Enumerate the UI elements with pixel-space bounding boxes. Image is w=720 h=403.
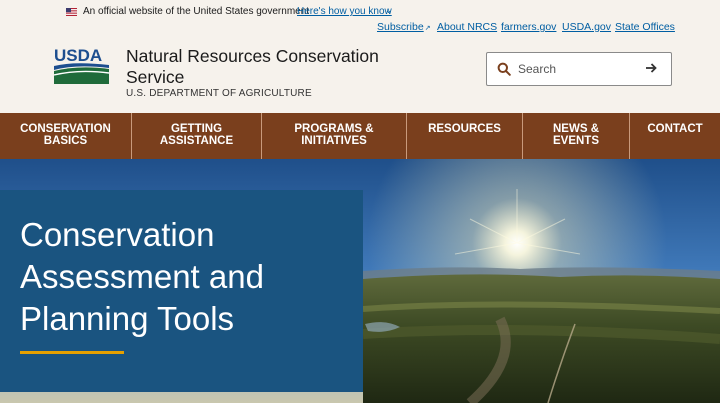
arrow-right-icon	[646, 62, 657, 73]
state-offices-link[interactable]: State Offices	[615, 21, 675, 33]
page: An official website of the United States…	[0, 0, 720, 403]
subscribe-link[interactable]: Subscribe↗	[377, 21, 431, 33]
nav-getting-assistance[interactable]: GETTING ASSISTANCE	[132, 113, 262, 159]
accent-divider	[20, 351, 124, 354]
search-icon	[497, 62, 511, 76]
official-banner-text: An official website of the United States…	[83, 6, 310, 17]
department-name: U.S. DEPARTMENT OF AGRICULTURE	[126, 88, 312, 99]
heres-how-you-know-link[interactable]: Here's how you know	[297, 6, 392, 17]
search-submit-button[interactable]	[640, 59, 662, 79]
usda-logo-text: USDA	[54, 46, 102, 65]
search-input[interactable]	[518, 59, 638, 79]
main-nav: CONSERVATION BASICS GETTING ASSISTANCE P…	[0, 113, 720, 159]
about-nrcs-link[interactable]: About NRCS	[437, 21, 497, 33]
page-title: Conservation Assessment and Planning Too…	[20, 216, 264, 337]
official-banner: An official website of the United States…	[0, 0, 720, 24]
subscribe-label: Subscribe	[377, 21, 424, 33]
chevron-down-icon[interactable]: ⌄	[385, 5, 393, 16]
usda-gov-link[interactable]: USDA.gov	[562, 21, 611, 33]
nav-contact[interactable]: CONTACT	[630, 113, 720, 159]
nav-news-events[interactable]: NEWS & EVENTS	[523, 113, 630, 159]
nav-programs-initiatives[interactable]: PROGRAMS & INITIATIVES	[262, 113, 407, 159]
nav-conservation-basics[interactable]: CONSERVATION BASICS	[0, 113, 132, 159]
nav-resources[interactable]: RESOURCES	[407, 113, 523, 159]
hero-banner: Conservation Assessment and Planning Too…	[0, 159, 720, 403]
usda-logo[interactable]: USDA	[54, 46, 109, 84]
farmers-gov-link[interactable]: farmers.gov	[501, 21, 556, 33]
us-flag-icon	[66, 8, 77, 16]
agency-name[interactable]: Natural Resources Conservation Service	[126, 46, 416, 88]
external-link-icon: ↗	[424, 25, 431, 32]
hero-title-card: Conservation Assessment and Planning Too…	[0, 190, 363, 392]
search-box	[486, 52, 672, 86]
